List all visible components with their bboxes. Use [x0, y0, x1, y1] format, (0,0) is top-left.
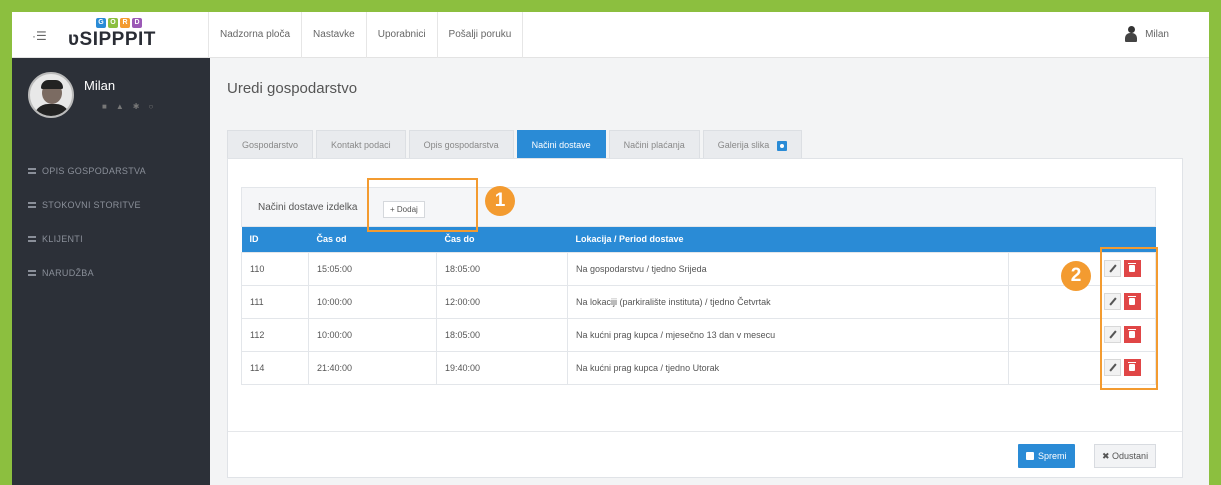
main-content: Uredi gospodarstvo Gospodarstvo Kontakt … [210, 58, 1209, 485]
logo-square: R [120, 18, 130, 28]
nav-dashboard[interactable]: Nadzorna ploča [208, 12, 303, 58]
tab-farm[interactable]: Gospodarstvo [227, 130, 314, 158]
col-id[interactable]: ID [241, 227, 309, 252]
logo-square: D [132, 18, 142, 28]
nav-settings[interactable]: Nastavke [302, 12, 367, 58]
list-icon [28, 168, 36, 174]
logo[interactable]: G O R D ʋSIPPPIT [68, 18, 178, 52]
tab-gallery[interactable]: Galerija slika [702, 130, 802, 158]
callout-box-add [367, 178, 478, 232]
sidebar-item-services[interactable]: STOKOVNI STORITVE [28, 188, 203, 222]
cell-id: 112 [241, 317, 309, 352]
cell-time-from: 10:00:00 [308, 317, 437, 352]
table-row: 112 10:00:00 18:05:00 Na kućni prag kupc… [241, 317, 1156, 352]
cell-location: Na kućni prag kupca / tjedno Utorak [567, 350, 1009, 385]
table-row: 114 21:40:00 19:40:00 Na kućni prag kupc… [241, 350, 1156, 385]
gear-icon[interactable]: ✱ [133, 102, 140, 111]
menu-toggle-icon[interactable]: ·☰ [32, 29, 47, 43]
profile-actions: ■ ▲ ✱ ○ [102, 102, 153, 111]
brand-name: ʋSIPPPIT [68, 29, 156, 50]
app-frame: ·☰ G O R D ʋSIPPPIT Nadzorna ploča Nasta… [12, 12, 1209, 485]
col-location[interactable]: Lokacija / Period dostave [567, 227, 1009, 252]
power-icon[interactable]: ○ [148, 102, 153, 111]
callout-badge-2: 2 [1061, 261, 1091, 291]
cell-id: 114 [241, 350, 309, 385]
camera-icon [776, 140, 787, 151]
tab-contact[interactable]: Kontakt podaci [316, 130, 406, 158]
cell-location: Na gospodarstvu / tjedno Srijeda [567, 251, 1009, 286]
cell-time-to: 12:00:00 [436, 284, 568, 319]
table-row: 111 10:00:00 12:00:00 Na lokaciji (parki… [241, 284, 1156, 319]
cell-time-from: 10:00:00 [308, 284, 437, 319]
divider [228, 431, 1182, 432]
sidebar-user-name: Milan [84, 78, 116, 93]
top-nav: Nadzorna ploča Nastavke Uporabnici Pošal… [208, 12, 524, 58]
cancel-button[interactable]: ✖ Odustani [1094, 444, 1157, 468]
cell-id: 111 [241, 284, 309, 319]
tab-description[interactable]: Opis gospodarstva [408, 130, 514, 158]
user-menu[interactable]: Milan [1125, 26, 1169, 42]
envelope-icon[interactable]: ■ [102, 102, 107, 111]
sidebar-profile: Milan ■ ▲ ✱ ○ [28, 72, 198, 132]
user-icon [1125, 26, 1138, 42]
floppy-icon [1026, 452, 1034, 460]
list-icon [28, 270, 36, 276]
nav-users[interactable]: Uporabnici [367, 12, 438, 58]
sidebar-item-clients[interactable]: KLIJENTI [28, 222, 203, 256]
section-title: Načini dostave izdelka [258, 202, 358, 213]
list-icon [28, 202, 36, 208]
callout-box-actions [1100, 247, 1158, 390]
sidebar-menu: OPIS GOSPODARSTVA STOKOVNI STORITVE KLIJ… [28, 154, 203, 290]
sidebar: Milan ■ ▲ ✱ ○ OPIS GOSPODARSTVA STOKOVNI… [12, 58, 210, 485]
tab-delivery-methods[interactable]: Načini dostave [516, 130, 606, 158]
sidebar-item-farm-description[interactable]: OPIS GOSPODARSTVA [28, 154, 203, 188]
top-bar: ·☰ G O R D ʋSIPPPIT Nadzorna ploča Nasta… [12, 12, 1209, 58]
cell-time-to: 19:40:00 [436, 350, 568, 385]
cell-time-from: 21:40:00 [308, 350, 437, 385]
table-row: 110 15:05:00 18:05:00 Na gospodarstvu / … [241, 251, 1156, 286]
tab-bar: Gospodarstvo Kontakt podaci Opis gospoda… [227, 130, 802, 158]
page-title: Uredi gospodarstvo [227, 80, 358, 97]
user-icon[interactable]: ▲ [116, 102, 124, 111]
cell-location: Na kućni prag kupca / mjesečno 13 dan v … [567, 317, 1009, 352]
cell-location: Na lokaciji (parkiralište instituta) / t… [567, 284, 1009, 319]
list-icon [28, 236, 36, 242]
sidebar-item-label: NARUDŽBA [42, 268, 94, 278]
cell-time-to: 18:05:00 [436, 251, 568, 286]
nav-send-message[interactable]: Pošalji poruku [438, 12, 524, 58]
cell-id: 110 [241, 251, 309, 286]
sidebar-item-orders[interactable]: NARUDŽBA [28, 256, 203, 290]
save-label: Spremi [1038, 451, 1067, 461]
cell-time-from: 15:05:00 [308, 251, 437, 286]
cell-time-to: 18:05:00 [436, 317, 568, 352]
delivery-table: ID Čas od Čas do Lokacija / Period dosta… [241, 227, 1156, 385]
logo-square: G [96, 18, 106, 28]
user-name: Milan [1145, 28, 1169, 40]
save-button[interactable]: Spremi [1018, 444, 1075, 468]
logo-square: O [108, 18, 118, 28]
sidebar-item-label: STOKOVNI STORITVE [42, 200, 141, 210]
tab-gallery-label: Galerija slika [717, 140, 770, 150]
sidebar-item-label: KLIJENTI [42, 234, 83, 244]
tab-payment-methods[interactable]: Načini plaćanja [608, 130, 700, 158]
avatar [28, 72, 74, 118]
sidebar-item-label: OPIS GOSPODARSTVA [42, 166, 146, 176]
callout-badge-1: 1 [485, 186, 515, 216]
